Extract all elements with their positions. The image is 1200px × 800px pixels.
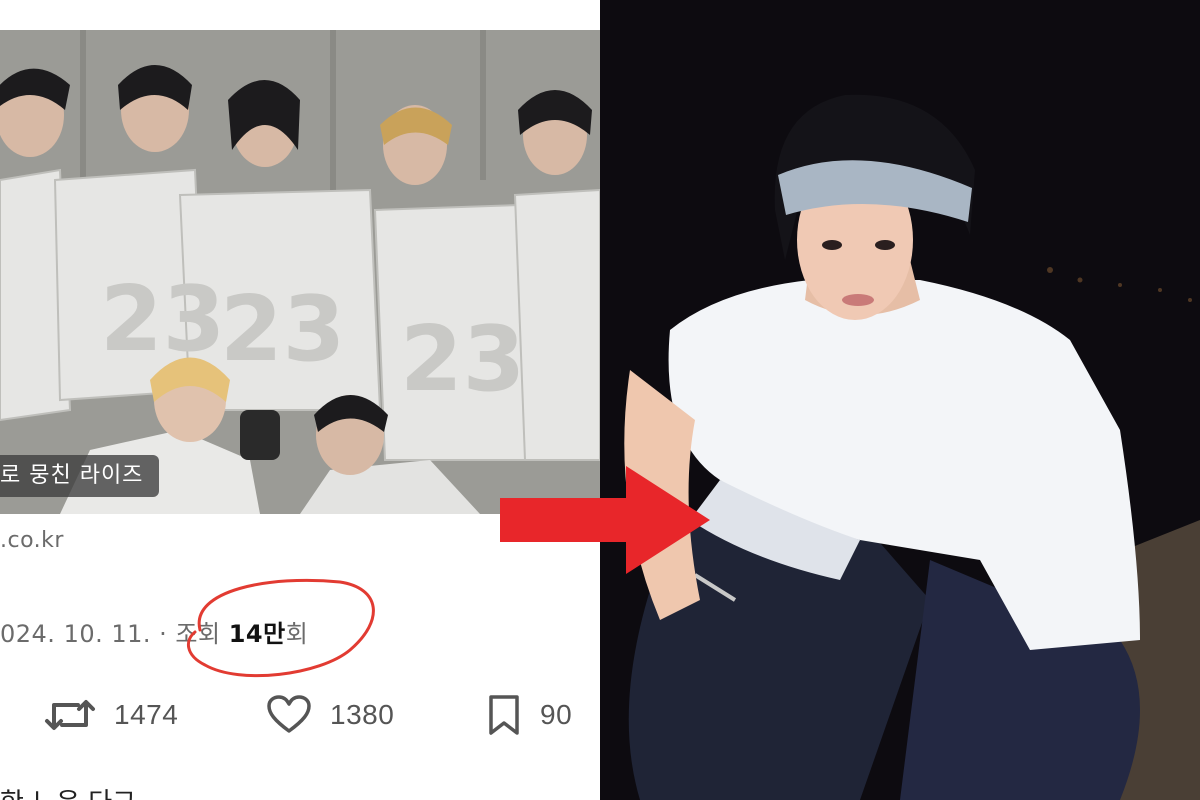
image-caption: 로 뭉친 라이즈	[0, 455, 160, 497]
bookmark-button[interactable]: 90	[486, 690, 572, 740]
tweet-meta: 024. 10. 11. · 조회 14만회	[0, 614, 308, 649]
arrow-right-icon	[500, 466, 710, 574]
tweet-photo[interactable]: 23 23 23 로 뭉친 라이즈	[0, 30, 600, 514]
like-count: 1380	[330, 699, 395, 730]
meta-separator: ·	[151, 620, 176, 648]
tweet-panel: 23 23 23 로 뭉친 라이즈 .co.kr 024. 10. 11. · …	[0, 0, 600, 800]
tweet-date[interactable]: 024. 10. 11.	[0, 620, 151, 648]
portrait-illustration	[600, 0, 1200, 800]
views-count: 14만	[228, 620, 286, 648]
like-button[interactable]: 1380	[266, 690, 394, 740]
tweet-actions: 1474 1380 90	[0, 690, 600, 740]
views-label: 조회	[175, 620, 229, 648]
svg-text:23: 23	[400, 307, 525, 412]
retweet-button[interactable]: 1474	[44, 690, 178, 740]
portrait-photo	[600, 0, 1200, 800]
views-suffix: 회	[285, 620, 309, 648]
bookmark-count: 90	[540, 699, 573, 730]
heart-icon	[267, 695, 311, 733]
link-domain[interactable]: .co.kr	[0, 528, 64, 553]
svg-text:23: 23	[220, 277, 345, 382]
group-photo-illustration: 23 23 23	[0, 30, 600, 514]
svg-text:23: 23	[100, 267, 225, 372]
bookmark-icon	[489, 695, 519, 735]
retweet-icon	[45, 700, 95, 730]
next-tweet-text: 한 느은 다그	[0, 782, 136, 800]
retweet-count: 1474	[114, 699, 179, 730]
